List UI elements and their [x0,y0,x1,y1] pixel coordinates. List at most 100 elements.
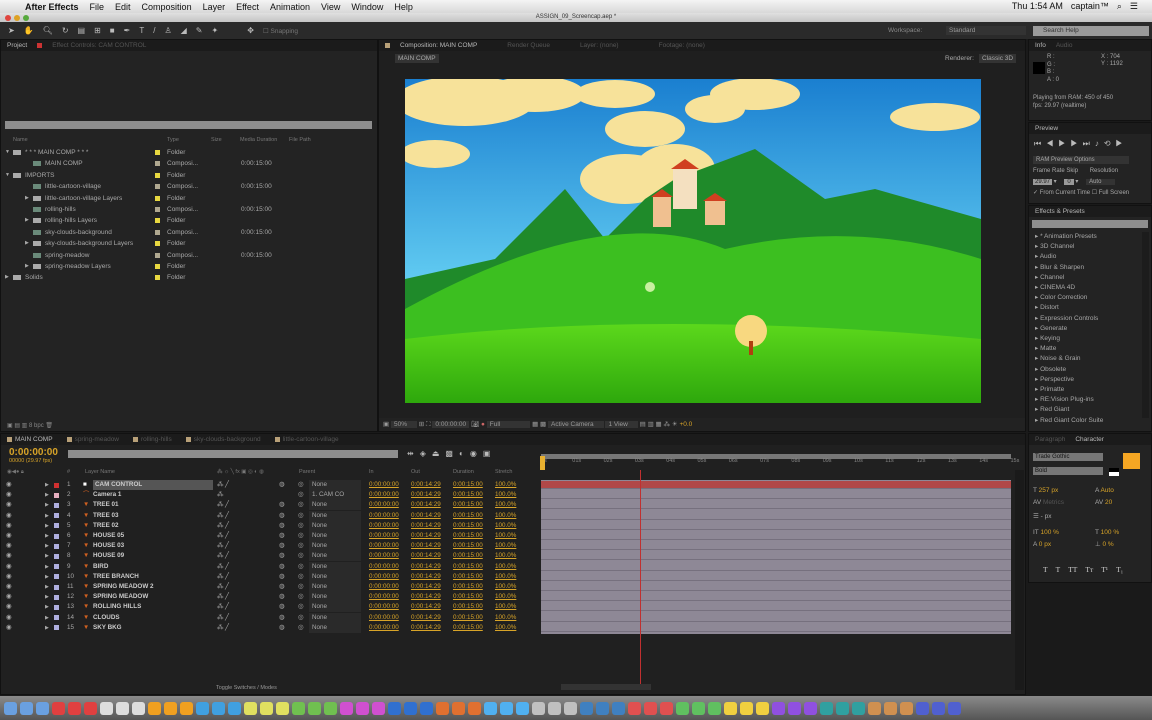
dock-app-icon[interactable] [468,701,481,715]
dock-app-icon[interactable] [324,701,337,715]
layer-row[interactable]: ◉ ▶ 6 ▼ HOUSE 05 ⁂ ╱ ◍ ◎ None 0:00:00:00 0:00:14:2… [1,531,537,541]
effect-category[interactable]: ▸ Generate [1035,324,1067,332]
time-ruler[interactable]: 0s01s02s03s04s05s06s07s08s09s10s11s12s13… [541,458,1019,470]
dock-app-icon[interactable] [484,701,497,715]
disclosure-triangle-icon[interactable]: ▶ [45,551,49,561]
3d-layer-icon[interactable]: ◍ [279,500,285,510]
dock-app-icon[interactable] [388,701,401,715]
project-item[interactable]: ▶ Solids Folder [1,272,366,283]
dock-app-icon[interactable] [948,701,961,715]
pick-whip-icon[interactable]: ◎ [298,623,304,633]
pick-whip-icon[interactable]: ◎ [298,541,304,551]
label-color[interactable] [155,275,160,281]
dock-app-icon[interactable] [308,701,321,715]
label-color[interactable] [155,161,160,167]
dock-app-icon[interactable] [564,701,577,715]
3d-layer-icon[interactable]: ◍ [279,572,285,582]
layer-label-color[interactable] [54,584,59,590]
layer-in-field[interactable]: 0:00:00:00 [369,572,399,582]
from-current-time-checkbox[interactable]: ✓ From Current Time [1033,190,1090,196]
play-icon[interactable]: ▶ [1058,139,1070,148]
disclosure-triangle-icon[interactable]: ▶ [45,511,49,521]
dock-app-icon[interactable] [244,701,257,715]
project-item[interactable]: spring-meadow Composi... 0:00:15:00 [1,250,366,261]
layer-duration-field[interactable]: 0:00:15:00 [453,490,483,500]
menu-app[interactable]: After Effects [25,2,79,12]
dock-app-icon[interactable] [436,701,449,715]
dock-app-icon[interactable] [372,701,385,715]
layer-name[interactable]: TREE 02 [93,521,119,531]
disclosure-triangle-icon[interactable]: ▶ [45,531,49,541]
layer-in-field[interactable]: 0:00:00:00 [369,521,399,531]
grid-icon[interactable]: ⊞ ⛶ [419,421,431,428]
eye-icon[interactable]: ◉ [6,551,12,561]
dock-app-icon[interactable] [20,701,33,715]
zoom-window-button[interactable] [23,14,29,21]
layer-row[interactable]: ◉ ▶ 13 ▼ ROLLING HILLS ⁂ ╱ ◍ ◎ None 0:00:00:00 0:0… [1,602,537,613]
layer-duration-bar[interactable] [541,603,1011,612]
parent-select[interactable]: None [309,520,361,531]
switch-icons[interactable]: ⁂ ╱ [217,623,229,633]
dock-app-icon[interactable] [836,701,849,715]
rotate-tool-icon[interactable]: ↻ [62,26,69,35]
effects-search-input[interactable] [1032,220,1148,228]
view-options-icon[interactable]: ▤ ▥ ▦ ⁂ ☀ [640,421,678,428]
eye-icon[interactable]: ◉ [6,623,12,633]
label-color[interactable] [155,241,160,247]
exposure-value[interactable]: +0.0 [679,421,692,428]
3d-layer-icon[interactable]: ◍ [279,582,285,592]
list-icon[interactable]: ☰ [1130,1,1138,12]
tab-project[interactable]: Project [7,42,27,49]
layer-duration-bar[interactable] [541,521,1011,530]
layer-stretch-field[interactable]: 100.0% [495,582,516,592]
switch-icons[interactable]: ⁂ ╱ [217,541,229,551]
parent-select[interactable]: 1. CAM CO [309,490,361,501]
layer-duration-field[interactable]: 0:00:15:00 [453,541,483,551]
layer-duration-bar[interactable] [541,562,1011,571]
tracking-field[interactable]: 20 [1105,499,1112,506]
project-item[interactable]: sky-clouds-background Composi... 0:00:15:0… [1,227,366,238]
eye-icon[interactable]: ◉ [6,480,12,490]
effect-category[interactable]: ▸ Matte [1035,344,1056,352]
layer-label-color[interactable] [54,543,59,549]
layer-label-color[interactable] [54,502,59,508]
layer-in-field[interactable]: 0:00:00:00 [369,592,399,602]
effect-category[interactable]: ▸ 3D Channel [1035,242,1074,250]
layer-out-field[interactable]: 0:00:14:29 [411,592,441,602]
baseline-shift-field[interactable]: 0 px [1039,541,1051,548]
menu-file[interactable]: File [90,2,105,12]
effect-category[interactable]: ▸ Keying [1035,334,1060,342]
disclosure-triangle-icon[interactable]: ▶ [45,562,49,572]
audio-icon[interactable]: ♪ [1095,139,1104,148]
project-item[interactable]: ▶ sky-clouds-background Layers Folder [1,238,366,249]
layer-duration-field[interactable]: 0:00:15:00 [453,500,483,510]
minimize-window-button[interactable] [14,14,20,21]
layer-row[interactable]: ◉ ▶ 14 ▼ CLOUDS ⁂ ╱ ◍ ◎ None 0:00:00:00 0:00:14:29… [1,612,537,623]
layer-in-field[interactable]: 0:00:00:00 [369,490,399,500]
eye-icon[interactable]: ◉ [6,511,12,521]
pick-whip-icon[interactable]: ◎ [298,490,304,500]
snapshot-icon[interactable]: 📷︎ [471,421,479,428]
vertical-scale-field[interactable]: 100 % [1040,529,1058,536]
effect-category[interactable]: ▸ Noise & Grain [1035,354,1081,362]
layer-stretch-field[interactable]: 100.0% [495,562,516,572]
switch-icons[interactable]: ⁂ ╱ [217,551,229,561]
tsume-field[interactable]: 0 % [1102,541,1113,548]
eye-icon[interactable]: ◉ [6,490,12,500]
parent-select[interactable]: None [309,480,361,490]
disclosure-triangle-icon[interactable]: ▶ [45,572,49,582]
roto-brush-icon[interactable]: ✎ [196,26,203,35]
trash-icon[interactable]: 🗑︎ [45,423,53,429]
dock-app-icon[interactable] [516,701,529,715]
dock-app-icon[interactable] [916,701,929,715]
parent-select[interactable]: None [309,582,361,592]
effect-category[interactable]: ▸ Color Correction [1035,293,1087,301]
dock-app-icon[interactable] [260,701,273,715]
layer-duration-bar[interactable] [541,593,1011,602]
dock-app-icon[interactable] [900,701,913,715]
column-parent[interactable]: Parent [299,469,315,475]
pick-whip-icon[interactable]: ◎ [298,480,304,490]
layer-name[interactable]: CLOUDS [93,613,120,623]
dock-app-icon[interactable] [340,701,353,715]
dock-app-icon[interactable] [932,701,945,715]
